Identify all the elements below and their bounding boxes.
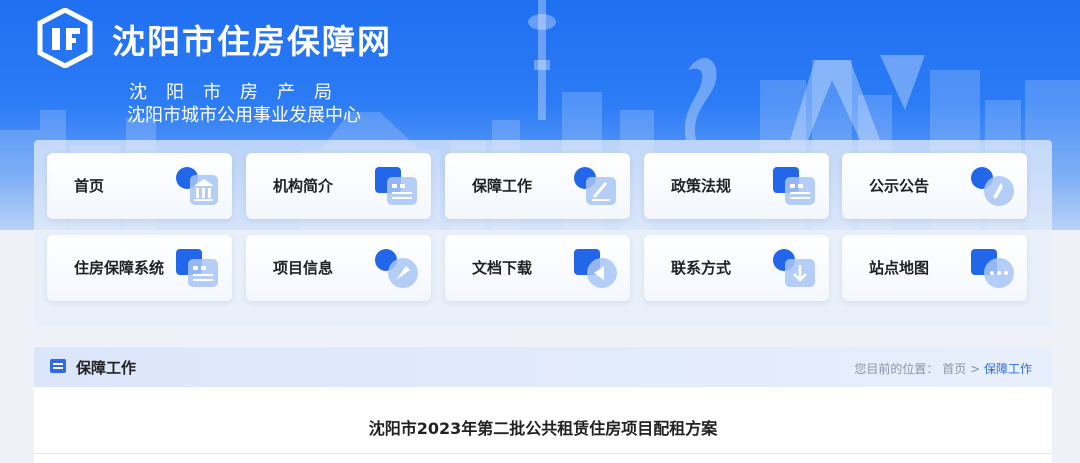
nav-item-label: 首页	[74, 177, 105, 195]
nav-item-contact[interactable]: 联系方式	[644, 235, 829, 301]
nav-item-about[interactable]: 机构简介	[246, 153, 431, 219]
breadcrumb: 您目前的位置： 首页 > 保障工作	[854, 360, 1032, 377]
document-icon	[375, 167, 417, 205]
nav-item-label: 站点地图	[869, 259, 930, 277]
document-icon	[773, 167, 815, 205]
nav-item-project-info[interactable]: 项目信息	[246, 235, 431, 301]
nav-item-label: 文档下载	[472, 259, 533, 277]
compass-icon	[375, 249, 418, 288]
breadcrumb-current-link[interactable]: 保障工作	[984, 362, 1032, 376]
arrow-down-icon	[773, 249, 815, 287]
nav-item-home[interactable]: 首页	[47, 153, 232, 219]
nav-item-sitemap[interactable]: 站点地图	[842, 235, 1027, 301]
section-icon	[50, 359, 66, 373]
nav-item-housing-work[interactable]: 保障工作	[445, 153, 630, 219]
nav-item-announcements[interactable]: 公示公告	[842, 153, 1027, 219]
breadcrumb-home-link[interactable]: 首页	[942, 362, 966, 376]
main-navigation: 首页 机构简介 保障工作 政策法规 公示公告 住房保障系统 项目信息 文档下载 …	[34, 140, 1052, 326]
org-name-utilities-center: 沈阳市城市公用事业发展中心	[127, 105, 361, 126]
announcement-icon	[971, 167, 1014, 206]
site-title: 沈阳市住房保障网	[112, 22, 392, 61]
site-logo-icon	[37, 8, 93, 68]
home-icon	[176, 167, 218, 205]
nav-item-housing-system[interactable]: 住房保障系统	[47, 235, 232, 301]
more-icon	[971, 249, 1014, 288]
document-icon	[176, 249, 218, 287]
breadcrumb-separator: >	[970, 362, 984, 376]
download-icon	[574, 249, 617, 288]
nav-item-downloads[interactable]: 文档下载	[445, 235, 630, 301]
nav-item-label: 联系方式	[671, 259, 732, 277]
nav-item-label: 公示公告	[869, 177, 930, 195]
nav-item-label: 项目信息	[273, 259, 334, 277]
nav-item-label: 保障工作	[472, 177, 533, 195]
section-title: 保障工作	[76, 359, 137, 377]
article-title: 沈阳市2023年第二批公共租赁住房项目配租方案	[368, 419, 718, 438]
section-header: 保障工作 您目前的位置： 首页 > 保障工作	[34, 347, 1052, 387]
article-content: 沈阳市2023年第二批公共租赁住房项目配租方案	[34, 387, 1052, 463]
nav-item-label: 住房保障系统	[74, 259, 165, 277]
nav-item-label: 政策法规	[671, 177, 732, 195]
nav-item-policies[interactable]: 政策法规	[644, 153, 829, 219]
divider	[34, 453, 1052, 454]
edit-icon	[574, 167, 616, 205]
nav-item-label: 机构简介	[273, 177, 334, 195]
breadcrumb-prefix: 您目前的位置：	[854, 362, 939, 376]
